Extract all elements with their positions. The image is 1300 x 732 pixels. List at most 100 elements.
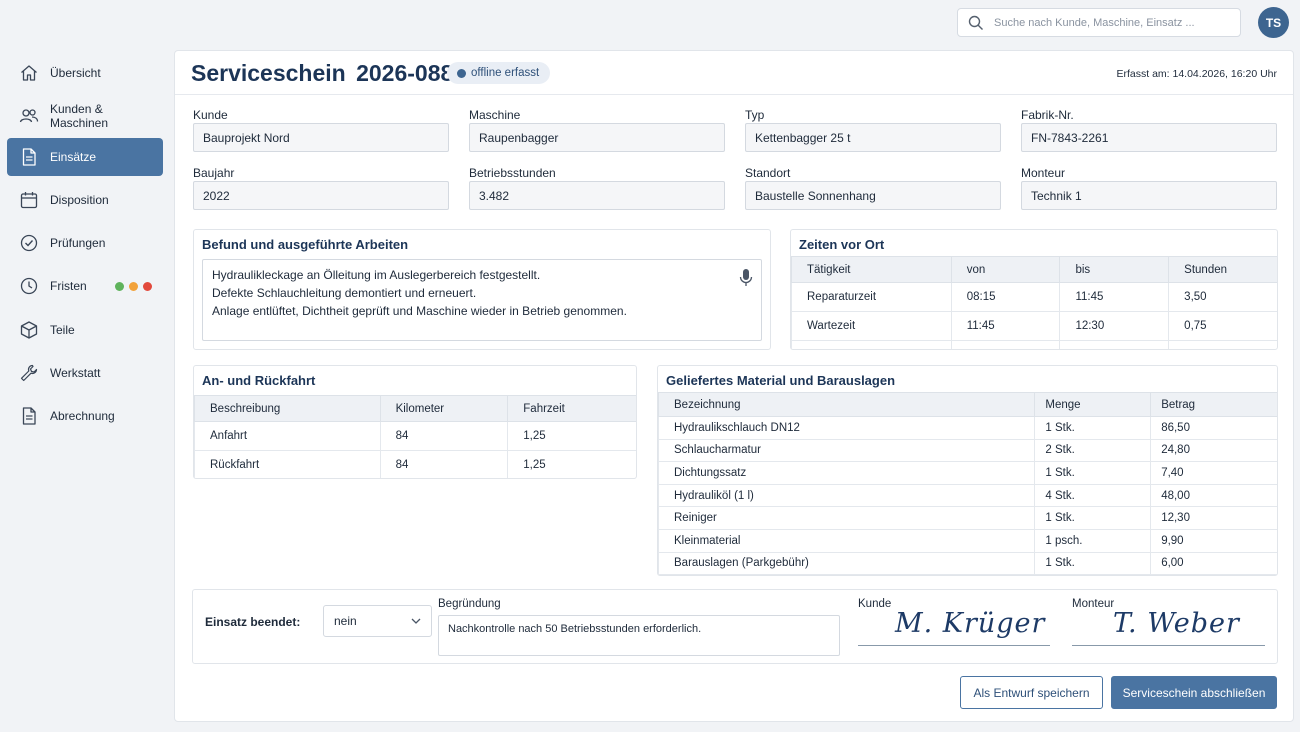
sidebar-item-pruefungen[interactable]: Prüfungen	[7, 224, 163, 262]
cell-bezeichnung: Dichtungssatz	[658, 461, 1036, 485]
monteur-signature[interactable]: T. Weber	[1113, 608, 1240, 639]
created-timestamp: Erfasst am: 14.04.2026, 16:20 Uhr	[1116, 68, 1277, 80]
signature-line	[1072, 645, 1265, 646]
invoice-icon	[22, 407, 36, 425]
column-header: Menge	[1034, 392, 1152, 417]
column-header: Betrag	[1150, 392, 1277, 417]
betriebsstunden-field[interactable]: 3.482	[469, 181, 725, 210]
signature-line	[858, 645, 1050, 646]
begruendung-field[interactable]: Nachkontrolle nach 50 Betriebsstunden er…	[438, 615, 840, 656]
table-row[interactable]: Kleinmaterial 1 psch. 9,90	[658, 528, 1277, 553]
status-dot-orange	[128, 281, 138, 291]
standort-field[interactable]: Baustelle Sonnenhang	[745, 181, 1001, 210]
status-badge: offline erfasst	[447, 62, 551, 84]
fabrik-nr-label: Fabrik-Nr.	[1021, 108, 1074, 122]
kunde-field[interactable]: Bauprojekt Nord	[193, 123, 449, 152]
sidebar-item-abrechnung[interactable]: Abrechnung	[7, 397, 163, 435]
sidebar-item-label: Abrechnung	[50, 409, 115, 423]
befund-line: Defekte Schlauchleitung demontiert und e…	[212, 286, 477, 300]
cell-kilometer: 84	[379, 450, 509, 478]
cell-bis: 11:45	[1059, 282, 1170, 312]
fabrik-nr-field[interactable]: FN-7843-2261	[1021, 123, 1277, 152]
monteur-field[interactable]: Technik 1	[1021, 181, 1277, 210]
cell-taetigkeit: Reparaturzeit	[791, 282, 952, 312]
status-dot-red	[142, 281, 152, 291]
material-title: Geliefertes Material und Barauslagen	[666, 373, 896, 388]
microphone-icon[interactable]	[739, 268, 753, 288]
cell-betrag: 7,40	[1150, 461, 1277, 485]
sidebar-item-label: Fristen	[50, 279, 87, 293]
column-header: von	[950, 256, 1061, 283]
sidebar-item-label: Kunden & Maschinen	[50, 102, 109, 130]
cell-bezeichnung: Barauslagen (Parkgebühr)	[658, 551, 1036, 575]
search-box[interactable]	[957, 8, 1241, 37]
top-bar: TS	[0, 0, 1300, 46]
kunde-signature[interactable]: M. Krüger	[895, 608, 1045, 639]
sidebar-item-kunden[interactable]: Kunden & Maschinen	[7, 97, 163, 135]
save-draft-button[interactable]: Als Entwurf speichern	[960, 676, 1103, 709]
table-row[interactable]: Rückfahrt 84 1,25	[194, 450, 636, 478]
avatar[interactable]: TS	[1258, 7, 1289, 38]
clock-icon	[20, 277, 38, 295]
cell-menge: 4 Stk.	[1034, 483, 1152, 508]
box-icon	[20, 321, 38, 339]
sidebar: Übersicht Kunden & Maschinen Einsätze Di…	[0, 46, 172, 732]
table-row[interactable]: Anfahrt 84 1,25	[194, 421, 636, 451]
form-header: Serviceschein 2026-0884 offline erfasst …	[175, 51, 1293, 95]
material-panel: Geliefertes Material und Barauslagen Bez…	[657, 365, 1278, 576]
zeiten-title: Zeiten vor Ort	[799, 237, 885, 252]
cell-bezeichnung: Kleinmaterial	[658, 528, 1036, 553]
cell-taetigkeit: Wartezeit	[791, 311, 952, 341]
table-row[interactable]: Hydraulikschlauch DN12 1 Stk. 86,50	[658, 416, 1277, 440]
table-row[interactable]: Dichtungssatz 1 Stk. 7,40	[658, 461, 1277, 485]
cell-bezeichnung: Hydraulikschlauch DN12	[658, 416, 1036, 440]
befund-line: Anlage entlüftet, Dichtheit geprüft und …	[212, 304, 627, 318]
sidebar-item-label: Prüfungen	[50, 236, 106, 250]
sidebar-item-label: Disposition	[50, 193, 109, 207]
wrench-icon	[20, 364, 38, 382]
cell-bezeichnung: Hydrauliköl (1 l)	[658, 483, 1036, 508]
table-row-empty[interactable]	[791, 340, 1277, 349]
maschine-field[interactable]: Raupenbagger	[469, 123, 725, 152]
sidebar-item-disposition[interactable]: Disposition	[7, 181, 163, 219]
calendar-icon	[20, 192, 38, 209]
sidebar-item-fristen[interactable]: Fristen	[7, 267, 163, 305]
befund-textarea[interactable]: Hydraulikleckage an Ölleitung im Auslege…	[202, 259, 762, 341]
service-form: Serviceschein 2026-0884 offline erfasst …	[174, 50, 1294, 722]
chevron-down-icon	[411, 618, 421, 624]
table-row[interactable]: Reiniger 1 Stk. 12,30	[658, 506, 1277, 530]
typ-field[interactable]: Kettenbagger 25 t	[745, 123, 1001, 152]
table-row[interactable]: Hydrauliköl (1 l) 4 Stk. 48,00	[658, 483, 1277, 508]
table-row[interactable]: Reparaturzeit 08:15 11:45 3,50	[791, 282, 1277, 312]
cell-von: 11:45	[950, 311, 1061, 341]
status-dot-green	[114, 281, 124, 291]
table-row[interactable]: Schlaucharmatur 2 Stk. 24,80	[658, 438, 1277, 463]
column-header: Kilometer	[379, 395, 509, 422]
table-row[interactable]: Barauslagen (Parkgebühr) 1 Stk. 6,00	[658, 551, 1277, 575]
sidebar-item-teile[interactable]: Teile	[7, 311, 163, 349]
cell-betrag: 86,50	[1150, 416, 1277, 440]
column-header: Tätigkeit	[791, 256, 952, 283]
sidebar-item-label: Teile	[50, 323, 75, 337]
table-row[interactable]: Wartezeit 11:45 12:30 0,75	[791, 311, 1277, 341]
abschluss-panel: Einsatz beendet: nein Begründung Nachkon…	[192, 589, 1278, 664]
cell-betrag: 6,00	[1150, 551, 1277, 575]
cell-menge: 1 Stk.	[1034, 551, 1152, 575]
check-circle-icon	[20, 234, 38, 252]
monteur-label: Monteur	[1021, 166, 1066, 180]
fahrt-title: An- und Rückfahrt	[202, 373, 316, 388]
zeiten-table: Tätigkeit von bis Stunden Reparaturzeit …	[791, 256, 1277, 349]
kunde-label: Kunde	[193, 108, 228, 122]
cell-von: 08:15	[950, 282, 1061, 312]
sidebar-item-uebersicht[interactable]: Übersicht	[7, 54, 163, 92]
baujahr-field[interactable]: 2022	[193, 181, 449, 210]
einsatz-beendet-select[interactable]: nein	[323, 605, 432, 637]
sidebar-item-werkstatt[interactable]: Werkstatt	[7, 354, 163, 392]
column-header: Beschreibung	[194, 395, 381, 422]
sidebar-item-einsaetze[interactable]: Einsätze	[7, 138, 163, 176]
column-header: bis	[1059, 256, 1170, 283]
material-table: Bezeichnung Menge Betrag Hydraulikschlau…	[658, 392, 1277, 575]
cell-menge: 1 Stk.	[1034, 461, 1152, 485]
search-input[interactable]	[994, 16, 1234, 29]
finish-button[interactable]: Serviceschein abschließen	[1111, 676, 1277, 709]
